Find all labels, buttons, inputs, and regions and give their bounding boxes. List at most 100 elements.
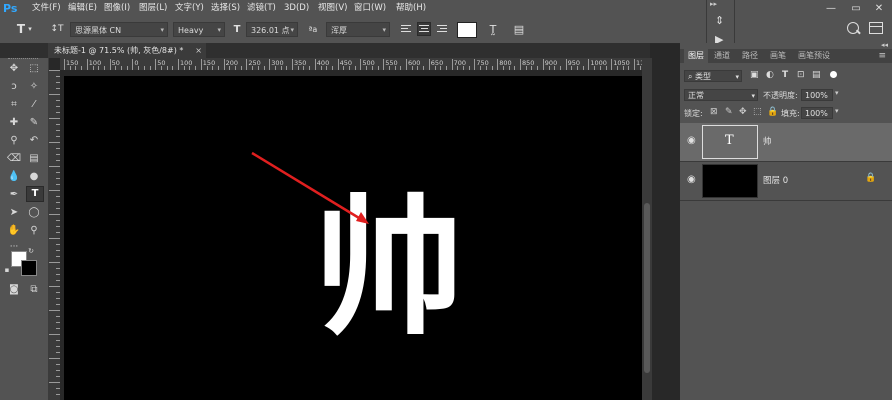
- menu-window[interactable]: 窗口(W): [354, 0, 386, 17]
- tab-brush-presets[interactable]: 画笔预设: [794, 49, 834, 63]
- blend-mode-select[interactable]: 正常 ▾: [684, 89, 758, 101]
- quick-mask-icon[interactable]: ◙: [6, 283, 22, 297]
- chevron-down-icon: ▾: [735, 73, 739, 81]
- menu-3d[interactable]: 3D(D): [284, 0, 309, 17]
- menu-edit[interactable]: 编辑(E): [68, 0, 97, 17]
- shape-filter-icon[interactable]: ⊡: [797, 70, 805, 80]
- font-family-select[interactable]: 思源黑体 CN ▾: [70, 22, 168, 37]
- history-brush-tool-icon[interactable]: ↶: [26, 134, 42, 148]
- pen-tool-icon[interactable]: ✒: [6, 188, 22, 202]
- align-right-button[interactable]: [436, 23, 448, 35]
- expand-panels-icon[interactable]: ▸▸: [710, 0, 717, 8]
- move-tool-icon[interactable]: ✥: [6, 62, 22, 76]
- type-filter-icon[interactable]: T: [782, 70, 788, 80]
- adjustment-filter-icon[interactable]: ◐: [766, 70, 774, 80]
- text-color-swatch[interactable]: [457, 22, 477, 38]
- text-orientation-icon[interactable]: ↕T: [48, 21, 66, 38]
- menu-type[interactable]: 文字(Y): [175, 0, 204, 17]
- tool-preset-dropdown-icon[interactable]: ▾: [26, 21, 34, 38]
- background-color-swatch[interactable]: [21, 260, 37, 276]
- fill-label: 填充:: [781, 109, 800, 118]
- layer-name[interactable]: 帅: [763, 135, 772, 147]
- healing-brush-tool-icon[interactable]: ✚: [6, 116, 22, 130]
- ruler-tick: [428, 59, 430, 70]
- layer-filter-select[interactable]: ⌕ 类型 ▾: [684, 70, 742, 82]
- lock-label: 锁定:: [684, 109, 703, 118]
- menu-file[interactable]: 文件(F): [32, 0, 61, 17]
- layer-row-background[interactable]: ◉ 图层 0 🔒: [680, 161, 892, 200]
- brush-tool-icon[interactable]: ✎: [26, 116, 42, 130]
- minimize-button[interactable]: —: [820, 0, 842, 17]
- menu-view[interactable]: 视图(V): [318, 0, 347, 17]
- lasso-tool-icon[interactable]: ↄ: [6, 80, 22, 94]
- tab-layers[interactable]: 图层: [684, 49, 708, 63]
- eyedropper-tool-icon[interactable]: ⁄: [26, 98, 42, 112]
- close-tab-icon[interactable]: ×: [195, 43, 202, 58]
- clone-stamp-tool-icon[interactable]: ⚲: [6, 134, 22, 148]
- scrollbar-thumb[interactable]: [644, 203, 650, 373]
- document-tab-title: 未标题-1 @ 71.5% (帅, 灰色/8#) *: [54, 46, 184, 55]
- vertical-scrollbar[interactable]: [642, 58, 652, 400]
- hand-tool-icon[interactable]: ✋: [6, 224, 22, 238]
- layer-row-text[interactable]: ◉ T 帅: [680, 123, 892, 161]
- smart-object-filter-icon[interactable]: ▤: [812, 70, 821, 80]
- menu-select[interactable]: 选择(S): [211, 0, 240, 17]
- lock-artboard-icon[interactable]: ⬚: [753, 107, 762, 117]
- dodge-tool-icon[interactable]: ●: [26, 170, 42, 184]
- font-size-select[interactable]: 326.01 点 ▾: [246, 22, 298, 37]
- maximize-button[interactable]: ▭: [845, 0, 867, 17]
- swap-colors-icon[interactable]: ↻: [26, 244, 36, 258]
- path-selection-tool-icon[interactable]: ➤: [6, 206, 22, 220]
- chevron-down-icon[interactable]: ▾: [835, 89, 839, 97]
- eraser-tool-icon[interactable]: ⌫: [6, 152, 22, 166]
- marquee-tool-icon[interactable]: ⬚: [26, 62, 42, 76]
- eye-icon[interactable]: ◉: [687, 135, 696, 146]
- pixel-filter-icon[interactable]: ▣: [750, 70, 759, 80]
- filter-toggle-icon[interactable]: [830, 71, 837, 78]
- character-panel-icon[interactable]: ▤: [512, 21, 526, 38]
- type-tool-icon[interactable]: T: [26, 186, 44, 202]
- zoom-tool-icon[interactable]: ⚲: [26, 224, 42, 238]
- ruler-tick: [451, 59, 453, 70]
- document-tab[interactable]: 未标题-1 @ 71.5% (帅, 灰色/8#) * ×: [48, 43, 206, 58]
- lock-all-icon[interactable]: 🔒: [767, 107, 778, 117]
- blur-tool-icon[interactable]: 💧: [6, 170, 22, 184]
- close-button[interactable]: ✕: [868, 0, 890, 17]
- eye-icon[interactable]: ◉: [687, 174, 696, 185]
- collapse-panels-icon[interactable]: ◂◂: [881, 41, 888, 49]
- workspace-icon[interactable]: [869, 22, 883, 34]
- opacity-input[interactable]: 100%: [801, 89, 833, 101]
- lock-transparent-icon[interactable]: ⊠: [710, 107, 718, 117]
- ruler-label: 650: [430, 59, 444, 67]
- tab-paths[interactable]: 路径: [738, 49, 762, 63]
- tab-channels[interactable]: 通道: [710, 49, 734, 63]
- menu-layer[interactable]: 图层(L): [139, 0, 167, 17]
- menu-filter[interactable]: 滤镜(T): [247, 0, 276, 17]
- ruler-label: 200: [225, 59, 239, 67]
- fill-input[interactable]: 100%: [801, 107, 833, 119]
- gradient-tool-icon[interactable]: ▤: [26, 152, 42, 166]
- lock-position-icon[interactable]: ✥: [739, 107, 747, 117]
- lock-paint-icon[interactable]: ✎: [725, 107, 733, 117]
- align-left-button[interactable]: [400, 23, 412, 35]
- menu-image[interactable]: 图像(I): [104, 0, 130, 17]
- default-colors-icon[interactable]: ▪: [2, 263, 12, 277]
- ruler-tick: [49, 142, 60, 143]
- ruler-label: 1000: [590, 59, 607, 67]
- panel-menu-icon[interactable]: ≡: [878, 49, 886, 63]
- font-style-select[interactable]: Heavy ▾: [173, 22, 225, 37]
- align-center-button[interactable]: [417, 22, 431, 36]
- screen-mode-icon[interactable]: ⧉: [26, 283, 42, 297]
- crop-tool-icon[interactable]: ⌗: [6, 98, 22, 112]
- warp-text-icon[interactable]: T̰: [485, 21, 501, 38]
- layer-name[interactable]: 图层 0: [763, 174, 788, 186]
- antialias-select[interactable]: 浑厚 ▾: [326, 22, 390, 37]
- ruler-tick: [64, 59, 65, 70]
- document-canvas[interactable]: 帅: [64, 76, 642, 400]
- magic-wand-tool-icon[interactable]: ✧: [26, 80, 42, 94]
- tab-brush[interactable]: 画笔: [766, 49, 790, 63]
- menu-help[interactable]: 帮助(H): [396, 0, 426, 17]
- ellipse-tool-icon[interactable]: ◯: [26, 206, 42, 220]
- character-paragraph-icon[interactable]: ⇕: [715, 14, 724, 27]
- chevron-down-icon[interactable]: ▾: [835, 107, 839, 115]
